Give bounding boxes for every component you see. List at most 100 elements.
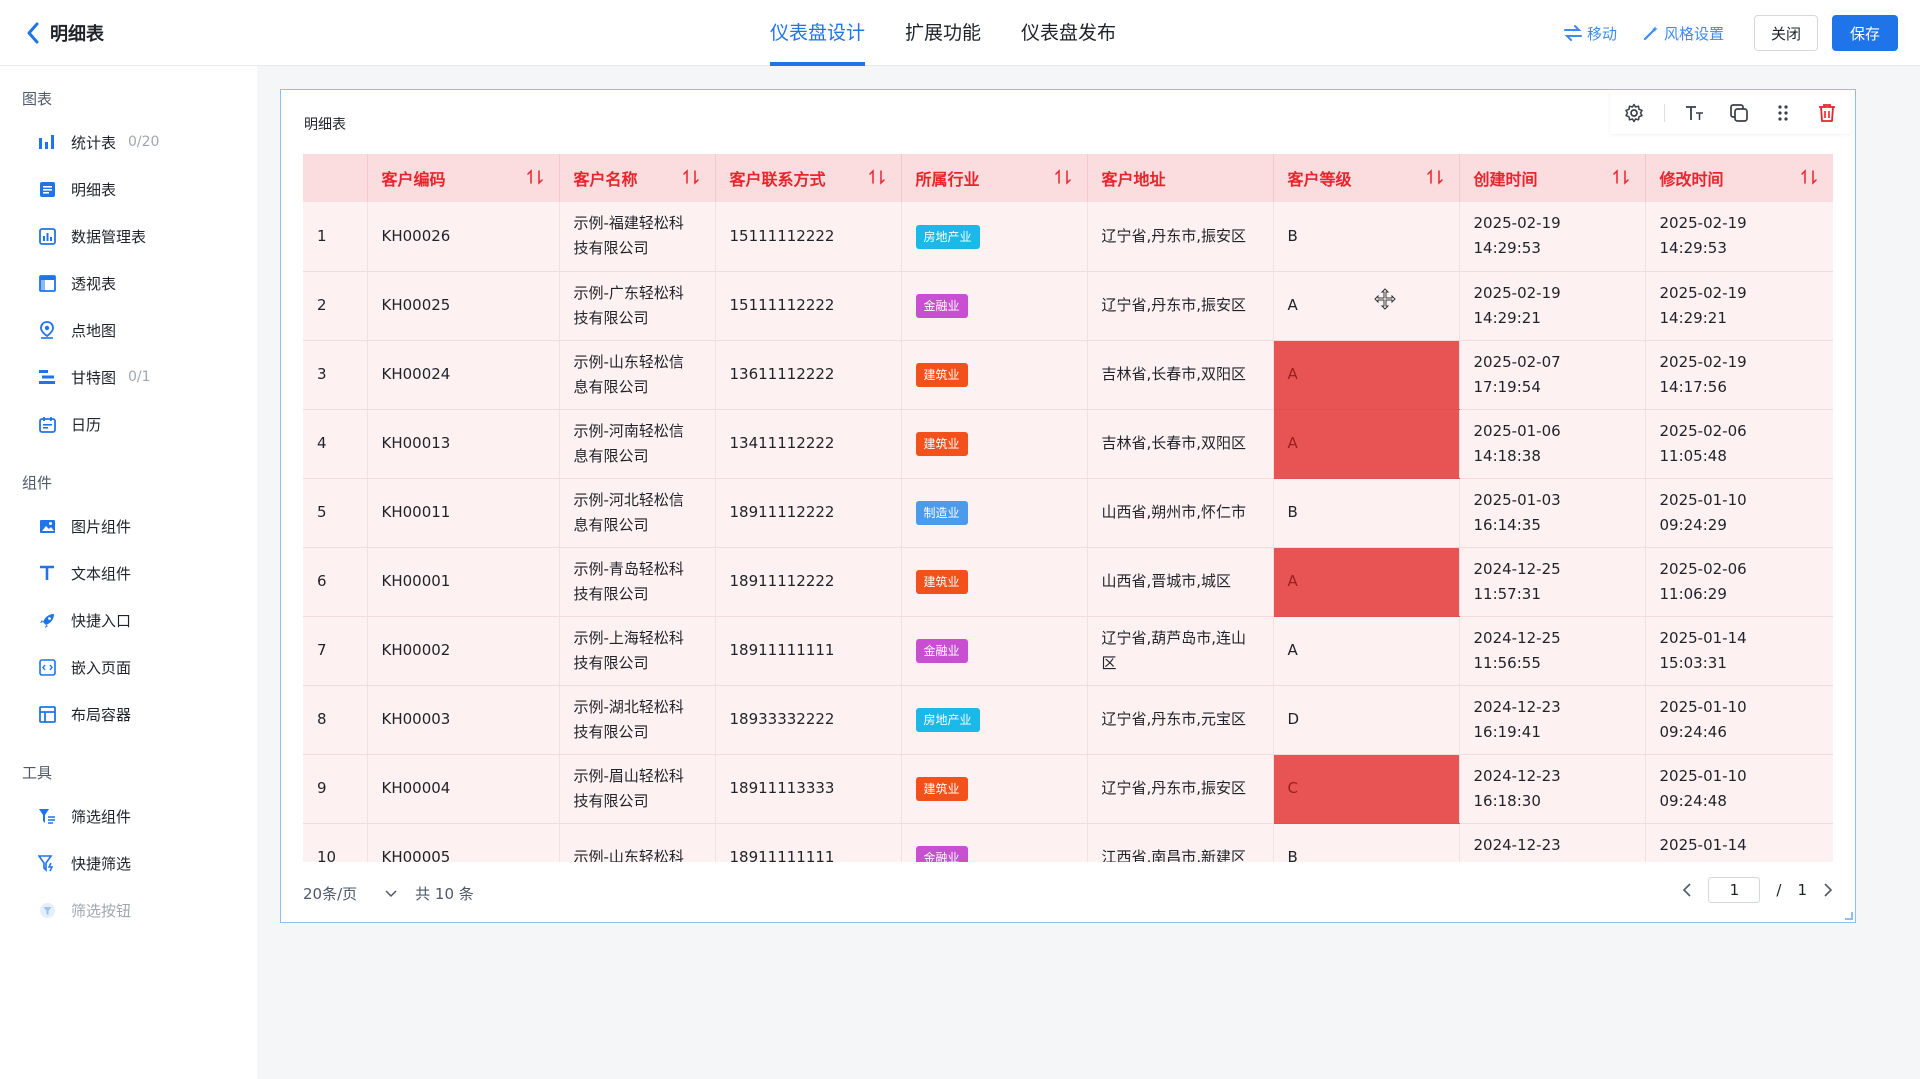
address-line: 山西省,朔州市,怀仁市 <box>1101 503 1247 521</box>
sidebar-item-detail-table[interactable]: 明细表 <box>37 174 116 204</box>
save-button[interactable]: 保存 <box>1832 15 1898 51</box>
cell-contact: 18911113333 <box>715 754 902 824</box>
cell-row-number: 8 <box>303 685 368 755</box>
industry-tag: 建筑业 <box>915 363 968 387</box>
table-row[interactable]: 8 KH00003 示例-湖北轻松科 技有限公司 18933332222 房地产业 辽宁省,… <box>303 685 1833 755</box>
industry-tag: 金融业 <box>915 639 968 663</box>
sort-icon[interactable] <box>1800 169 1817 189</box>
filter-button-icon <box>37 900 57 920</box>
address-line: 辽宁省,丹东市,振安区 <box>1101 779 1247 797</box>
sidebar-item-filter-button[interactable]: 筛选按钮 <box>37 895 131 925</box>
sidebar-item-count: 0/20 <box>128 134 160 150</box>
customer-name-line: 示例-湖北轻松科 <box>573 697 684 716</box>
column-header[interactable]: 所属行业 <box>901 154 1088 202</box>
cell-row-number: 1 <box>303 202 368 272</box>
cell-customer-name: 示例-上海轻松科 技有限公司 <box>559 616 716 686</box>
table-row[interactable]: 6 KH00001 示例-青岛轻松科 技有限公司 18911112222 建筑业 山西省,晋… <box>303 547 1833 617</box>
customer-level: C <box>1287 779 1298 797</box>
sidebar-item-layout-container[interactable]: 布局容器 <box>37 699 131 729</box>
customer-level: A <box>1287 296 1298 314</box>
sidebar-item-stat-table[interactable]: 统计表 0/20 <box>37 127 159 157</box>
sidebar-item-label: 甘特图 <box>71 368 117 387</box>
sidebar-item-text-component[interactable]: 文本组件 <box>37 558 131 588</box>
sidebar-item-data-table[interactable]: 数据管理表 <box>37 221 146 251</box>
customer-level: B <box>1287 503 1298 521</box>
pagination-info: 20条/页 共 10 条 <box>303 883 474 904</box>
table-row[interactable]: 10 KH00005 示例-山东轻松科 18911111111 金融业 江西省,南昌市,新… <box>303 823 1833 862</box>
prev-page-button[interactable] <box>1682 883 1692 897</box>
tab-dashboard-design[interactable]: 仪表盘设计 <box>770 0 866 66</box>
pivot-table-icon <box>37 273 57 293</box>
sort-icon[interactable] <box>682 169 699 189</box>
table-row[interactable]: 5 KH00011 示例-河北轻松信 息有限公司 18911112222 制造业 山西省,朔… <box>303 478 1833 548</box>
contact-phone: 15111112222 <box>729 226 835 245</box>
customer-code: KH00024 <box>381 365 451 383</box>
close-button[interactable]: 关闭 <box>1754 15 1818 51</box>
table-row[interactable]: 1 KH00026 示例-福建轻松科 技有限公司 15111112222 房地产业 辽宁省,… <box>303 202 1833 272</box>
delete-button[interactable] <box>1813 99 1841 127</box>
cell-industry: 建筑业 <box>901 409 1088 479</box>
sidebar-item-quick-entry[interactable]: 快捷入口 <box>37 605 131 635</box>
move-button[interactable]: 移动 <box>1556 15 1625 51</box>
column-header[interactable]: 创建时间 <box>1459 154 1646 202</box>
cell-modified-time: 2025-01-10 09:24:29 <box>1645 478 1833 548</box>
sort-icon[interactable] <box>526 169 543 189</box>
page-size-select[interactable]: 20条/页 <box>303 883 397 904</box>
sidebar-item-image-component[interactable]: 图片组件 <box>37 511 131 541</box>
modified-time: 2025-01-14 15:03:38 <box>1659 835 1747 863</box>
sidebar-item-pivot-table[interactable]: 透视表 <box>37 268 116 298</box>
cell-customer-code: KH00003 <box>367 685 560 755</box>
detail-table-scroll[interactable]: 客户编码 客户名称 客户联系方式 所属行业 客户地址 客户等级 创建时间 修改时间 1 KH00… <box>303 154 1833 862</box>
cell-address: 辽宁省,丹东市,元宝区 <box>1087 685 1274 755</box>
settings-button[interactable] <box>1620 99 1648 127</box>
tab-dashboard-publish[interactable]: 仪表盘发布 <box>1021 0 1116 66</box>
sidebar-item-point-map[interactable]: 点地图 <box>37 315 116 345</box>
sidebar-item-gantt[interactable]: 甘特图 0/1 <box>37 362 151 392</box>
table-row[interactable]: 4 KH00013 示例-河南轻松信 息有限公司 13411112222 建筑业 吉林省,长… <box>303 409 1833 479</box>
sort-icon[interactable] <box>1612 169 1629 189</box>
resize-handle[interactable] <box>1845 912 1853 920</box>
column-header[interactable]: 客户地址 <box>1087 154 1274 202</box>
page-number-input[interactable] <box>1708 877 1761 903</box>
sort-icon[interactable] <box>1426 169 1443 189</box>
column-header[interactable]: 客户等级 <box>1273 154 1460 202</box>
sidebar-item-quick-filter[interactable]: 快捷筛选 <box>37 848 131 878</box>
table-row[interactable]: 9 KH00004 示例-眉山轻松科 技有限公司 18911113333 建筑业 辽宁省,丹… <box>303 754 1833 824</box>
cell-created-time: 2024-12-23 16:19:41 <box>1459 685 1646 755</box>
column-header[interactable]: 修改时间 <box>1645 154 1833 202</box>
copy-button[interactable] <box>1725 99 1753 127</box>
cell-industry: 金融业 <box>901 616 1088 686</box>
swap-arrows-icon <box>1563 25 1582 41</box>
sidebar-item-filter-component[interactable]: 筛选组件 <box>37 801 131 831</box>
created-time: 2024-12-25 11:57:31 <box>1473 559 1561 603</box>
column-header[interactable]: 客户联系方式 <box>715 154 902 202</box>
customer-code: KH00026 <box>381 226 451 245</box>
table-row[interactable]: 2 KH00025 示例-广东轻松科 技有限公司 15111112222 金融业 辽宁省,丹… <box>303 271 1833 341</box>
drag-handle[interactable] <box>1769 99 1797 127</box>
next-page-button[interactable] <box>1823 883 1833 897</box>
section-title-components: 组件 <box>22 474 53 492</box>
customer-name-line: 技有限公司 <box>573 308 649 327</box>
column-header[interactable]: 客户编码 <box>367 154 560 202</box>
style-settings-button[interactable]: 风格设置 <box>1635 15 1732 51</box>
created-time: 2025-01-06 14:18:38 <box>1473 421 1561 465</box>
cell-contact: 18911112222 <box>715 547 902 617</box>
table-row[interactable]: 7 KH00002 示例-上海轻松科 技有限公司 18911111111 金融业 辽宁省,葫… <box>303 616 1833 686</box>
table-row[interactable]: 3 KH00024 示例-山东轻松信 息有限公司 13611112222 建筑业 吉林省,长… <box>303 340 1833 410</box>
cell-address: 江西省,南昌市,新建区 <box>1087 823 1274 862</box>
contact-phone: 13411112222 <box>729 434 835 452</box>
contact-phone: 18911111111 <box>729 641 835 659</box>
tab-extensions[interactable]: 扩展功能 <box>905 0 981 66</box>
back-button[interactable]: 明细表 <box>26 20 104 46</box>
sidebar-item-calendar[interactable]: 日历 <box>37 409 101 439</box>
customer-name-line: 技有限公司 <box>573 239 649 258</box>
row-number: 4 <box>317 434 327 452</box>
cell-created-time: 2024-12-23 16:18:08 <box>1459 823 1646 862</box>
font-size-button[interactable] <box>1681 99 1709 127</box>
column-header[interactable]: 客户名称 <box>559 154 716 202</box>
sort-icon[interactable] <box>1054 169 1071 189</box>
detail-table-card[interactable]: 明细表 客户编码 客户名称 客户联系方式 所属行业 客户地址 客户等级 创建时间… <box>280 89 1856 923</box>
sort-icon[interactable] <box>868 169 885 189</box>
sidebar-item-embed-page[interactable]: 嵌入页面 <box>37 652 131 682</box>
detail-table: 客户编码 客户名称 客户联系方式 所属行业 客户地址 客户等级 创建时间 修改时间 1 KH00… <box>303 154 1833 862</box>
